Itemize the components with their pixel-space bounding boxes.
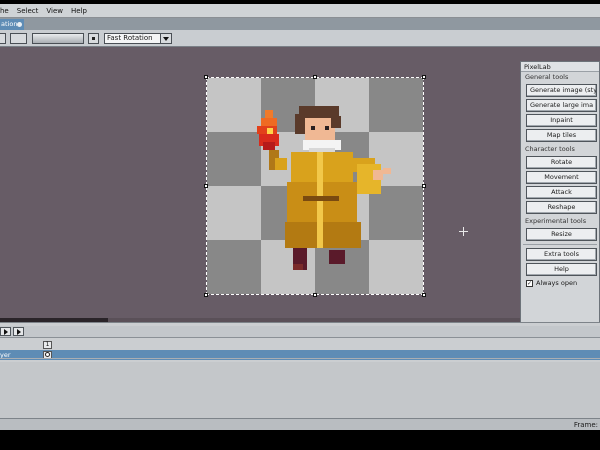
timeline-header-row[interactable]: 1 xyxy=(0,340,600,350)
fireball xyxy=(257,110,279,150)
screen-bottom-border xyxy=(0,430,600,450)
resize-button[interactable]: Resize xyxy=(526,228,597,241)
tool-options-bar: Fast Rotation xyxy=(0,30,600,47)
reshape-button[interactable]: Reshape xyxy=(526,201,597,214)
timeline-panel: 1 yer xyxy=(0,322,600,419)
always-open-label: Always open xyxy=(536,279,578,287)
tool-option-button[interactable] xyxy=(0,33,6,44)
checkbox[interactable]: ✓ xyxy=(526,279,533,287)
sprite-canvas[interactable] xyxy=(207,78,423,294)
attack-button[interactable]: Attack xyxy=(526,186,597,199)
divider xyxy=(523,244,597,245)
crosshair-cursor-icon xyxy=(459,227,468,236)
head xyxy=(295,106,341,140)
pixellab-panel: PixelLab General tools Generate image (s… xyxy=(520,61,600,323)
rotation-mode-select[interactable]: Fast Rotation xyxy=(104,33,172,44)
frame-number-cell[interactable]: 1 xyxy=(43,341,52,349)
timeline-rows: 1 yer xyxy=(0,340,600,360)
panel-title[interactable]: PixelLab xyxy=(521,62,599,72)
timeline-empty-area[interactable] xyxy=(0,362,600,419)
tab-strip: ation xyxy=(0,18,600,30)
section-experimental-tools: Experimental tools xyxy=(525,217,587,225)
generate-image-style-button[interactable]: Generate image (sty xyxy=(526,84,597,97)
inpaint-button[interactable]: Inpaint xyxy=(526,114,597,127)
canvas-workspace[interactable] xyxy=(0,47,600,320)
play-icon[interactable] xyxy=(0,327,11,336)
frame-status: Frame: xyxy=(573,421,598,429)
generate-large-image-button[interactable]: Generate large ima xyxy=(526,99,597,112)
cel-dot-icon xyxy=(45,352,50,357)
map-tiles-button[interactable]: Map tiles xyxy=(526,129,597,142)
section-character-tools: Character tools xyxy=(525,145,575,153)
next-frame-icon[interactable] xyxy=(13,327,24,336)
robe xyxy=(285,152,361,248)
timeline-toolbar xyxy=(0,326,600,338)
tool-option-button[interactable] xyxy=(10,33,27,44)
chevron-down-icon[interactable] xyxy=(160,33,172,44)
help-button[interactable]: Help xyxy=(526,263,597,276)
section-general-tools: General tools xyxy=(525,73,569,81)
sleeve xyxy=(353,158,391,194)
menu-help[interactable]: Help xyxy=(67,7,91,15)
wizard-sprite xyxy=(257,106,391,270)
movement-button[interactable]: Movement xyxy=(526,171,597,184)
divider xyxy=(0,358,600,359)
always-open-toggle[interactable]: ✓ Always open xyxy=(521,278,599,288)
pixel-perfect-toggle[interactable] xyxy=(88,33,99,44)
tab-document[interactable]: ation xyxy=(0,19,24,30)
status-bar: Frame: xyxy=(0,418,600,430)
rotate-button[interactable]: Rotate xyxy=(526,156,597,169)
tab-label: ation xyxy=(1,20,18,28)
menu-file[interactable]: he xyxy=(0,7,13,15)
brush-size-slider[interactable] xyxy=(32,33,84,44)
menu-select[interactable]: Select xyxy=(13,7,43,15)
menu-view[interactable]: View xyxy=(42,7,67,15)
rotation-mode-value: Fast Rotation xyxy=(107,34,153,42)
menubar: he Select View Help xyxy=(0,4,600,18)
extra-tools-button[interactable]: Extra tools xyxy=(526,248,597,261)
close-icon[interactable] xyxy=(17,22,22,27)
